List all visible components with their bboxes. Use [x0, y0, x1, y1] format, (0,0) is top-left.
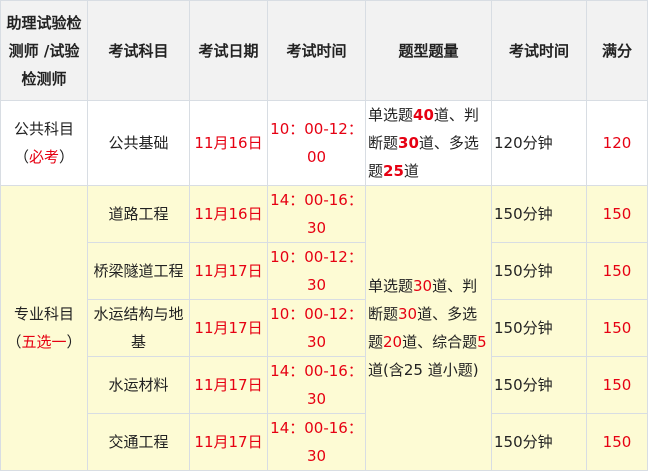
header-date: 考试日期 — [189, 0, 268, 101]
pro-duration: 150分钟 — [491, 299, 587, 357]
public-note-text: 必考 — [28, 148, 59, 166]
header-category: 助理试验检测师 /试验检测师 — [0, 0, 88, 101]
pro-time: 14：00-16：30 — [267, 356, 366, 414]
pro-duration: 150分钟 — [491, 242, 587, 300]
pro-time: 14：00-16：30 — [267, 413, 366, 471]
q-count: 30 — [398, 134, 419, 152]
pro-date: 11月16日 — [189, 185, 268, 243]
q-count: 25 — [383, 162, 404, 180]
header-duration: 考试时间 — [491, 0, 587, 101]
pro-score: 150 — [586, 413, 648, 471]
header-subject: 考试科目 — [87, 0, 190, 101]
pro-time: 10：00-12：30 — [267, 299, 366, 357]
header-row: 助理试验检测师 /试验检测师 考试科目 考试日期 考试时间 题型题量 考试时间 … — [0, 0, 648, 101]
pro-category-note: （五选一） — [3, 328, 85, 356]
pro-date: 11月17日 — [189, 299, 268, 357]
header-time: 考试时间 — [267, 0, 366, 101]
exam-schedule-table: 助理试验检测师 /试验检测师 考试科目 考试日期 考试时间 题型题量 考试时间 … — [0, 0, 648, 471]
q-text: 道 — [403, 162, 419, 180]
public-subject-row: 公共科目 （必考） 公共基础 11月16日 10：00-12：00 单选题40 道… — [0, 100, 648, 186]
q-count: 40 — [413, 106, 434, 124]
pro-time: 10：00-12：30 — [267, 242, 366, 300]
q-count: 5 — [477, 333, 487, 351]
header-questions: 题型题量 — [365, 0, 492, 101]
public-duration: 120分钟 — [491, 100, 587, 186]
q-count: 30 — [413, 277, 433, 295]
paren-open: （ — [6, 333, 22, 351]
q-text: 道(含25 道小题) — [368, 361, 479, 379]
q-count: 20 — [383, 333, 403, 351]
pro-duration: 150分钟 — [491, 413, 587, 471]
q-text: 道、综合题 — [402, 333, 478, 351]
pro-subject: 道路工程 — [87, 185, 190, 243]
paren-close: ） — [66, 333, 82, 351]
pro-subject: 交通工程 — [87, 413, 190, 471]
pro-row: 水运结构与地基 11月17日 10：00-12：30 150分钟 150 — [1, 299, 648, 357]
q-text: 单选题 — [368, 277, 414, 295]
pro-date: 11月17日 — [189, 242, 268, 300]
public-question-types: 单选题40道、判断题30道、多选题25道 — [365, 100, 492, 186]
paren-open: （ — [13, 148, 29, 166]
pro-score: 150 — [586, 185, 648, 243]
pro-time: 14：00-16：30 — [267, 185, 366, 243]
pro-subject: 桥梁隧道工程 — [87, 242, 190, 300]
pro-category-cell: 专业科目 （五选一） — [0, 185, 88, 471]
pro-category-label: 专业科目 — [13, 305, 74, 323]
pro-score: 150 — [586, 299, 648, 357]
public-time: 10：00-12：00 — [267, 100, 366, 186]
pro-score: 150 — [586, 356, 648, 414]
pro-subject: 水运结构与地基 — [87, 299, 190, 357]
public-score: 120 — [586, 100, 648, 186]
public-category-label: 公共科目 — [13, 120, 74, 138]
public-category-cell: 公共科目 （必考） — [0, 100, 88, 186]
pro-date: 11月17日 — [189, 413, 268, 471]
pro-duration: 150分钟 — [491, 356, 587, 414]
public-date: 11月16日 — [189, 100, 268, 186]
pro-note-text: 五选一 — [21, 333, 67, 351]
pro-question-types: 单选题30道、判断题30道、多选题20道、综合题5道(含25 道小题) — [365, 185, 492, 471]
public-category-note: （必考） — [3, 143, 85, 171]
pro-row: 专业科目 （五选一） 道路工程 11月16日 14：00-16：30 单选题30… — [0, 185, 648, 471]
header-full-score: 满分 — [586, 0, 648, 101]
paren-close: ） — [59, 148, 75, 166]
pro-duration: 150分钟 — [491, 185, 587, 243]
pro-date: 11月17日 — [189, 356, 268, 414]
public-subject: 公共基础 — [87, 100, 190, 186]
pro-row: 桥梁隧道工程 11月17日 10：00-12：30 150分钟 150 — [1, 242, 648, 300]
pro-subject: 水运材料 — [87, 356, 190, 414]
q-count: 30 — [398, 305, 418, 323]
pro-row: 水运材料 11月17日 14：00-16：30 150分钟 150 — [1, 356, 648, 414]
pro-row: 交通工程 11月17日 14：00-16：30 150分钟 150 — [1, 413, 648, 471]
pro-score: 150 — [586, 242, 648, 300]
q-text: 单选题 — [368, 106, 414, 124]
